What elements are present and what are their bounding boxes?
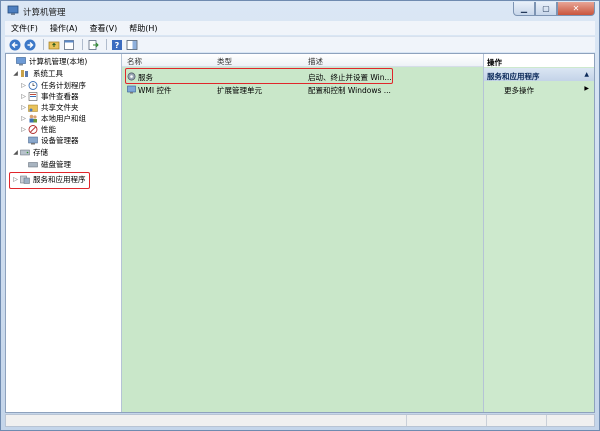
properties-icon bbox=[64, 39, 74, 50]
window-title: 计算机管理 bbox=[23, 8, 66, 18]
tree-item-label: 存储 bbox=[33, 148, 48, 157]
tree-item-label: 共享文件夹 bbox=[41, 103, 79, 112]
properties-button[interactable] bbox=[63, 39, 75, 51]
computer-management-icon bbox=[7, 5, 19, 15]
column-header-row: 名称 类型 描述 bbox=[122, 54, 483, 67]
menu-action[interactable]: 操作(A) bbox=[44, 21, 84, 35]
storage-icon bbox=[20, 149, 30, 156]
highlight-box-list bbox=[125, 68, 393, 84]
help-icon: ? bbox=[112, 39, 122, 50]
menu-view[interactable]: 查看(V) bbox=[84, 21, 124, 35]
status-bar bbox=[5, 414, 595, 427]
more-actions-item[interactable]: 更多操作 bbox=[504, 85, 534, 96]
tree-toggle[interactable]: ▷ bbox=[20, 115, 27, 122]
menu-help[interactable]: 帮助(H) bbox=[123, 21, 163, 35]
disk-icon bbox=[28, 162, 38, 168]
forward-button[interactable] bbox=[24, 39, 36, 51]
menu-bar: 文件(F) 操作(A) 查看(V) 帮助(H) bbox=[5, 21, 595, 35]
list-pane: 名称 类型 描述 服务 启动、终止并设置 Win... WMI 控件 扩展管理单… bbox=[122, 54, 484, 412]
tree-item-computer-management[interactable]: 计算机管理(本地) bbox=[8, 56, 87, 67]
tree-toggle[interactable]: ▷ bbox=[20, 126, 27, 133]
minimize-icon: ▁ bbox=[520, 4, 528, 13]
tree-toggle[interactable]: ◢ bbox=[12, 70, 19, 77]
tree-item-label: 系统工具 bbox=[33, 69, 63, 78]
shared-folder-icon bbox=[28, 104, 38, 112]
actions-pane: 操作 服务和应用程序 ▲ 更多操作 ▶ bbox=[484, 54, 594, 412]
menu-file[interactable]: 文件(F) bbox=[5, 21, 44, 35]
tree-item-event-viewer[interactable]: ▷ 事件查看器 bbox=[20, 91, 79, 102]
tree-item-label: 计算机管理(本地) bbox=[29, 57, 88, 66]
show-hide-pane-button[interactable] bbox=[126, 39, 138, 51]
tree-item-label: 设备管理器 bbox=[41, 136, 79, 145]
wmi-icon bbox=[127, 85, 136, 94]
maximize-button[interactable]: ▢ bbox=[535, 2, 557, 16]
tree-item-device-manager[interactable]: 设备管理器 bbox=[20, 135, 79, 146]
export-icon bbox=[88, 39, 99, 50]
collapse-up-icon[interactable]: ▲ bbox=[584, 71, 589, 78]
export-button[interactable] bbox=[87, 39, 99, 51]
row-name: WMI 控件 bbox=[138, 86, 172, 95]
device-icon bbox=[28, 136, 38, 145]
up-button[interactable] bbox=[48, 39, 60, 51]
column-header-name[interactable]: 名称 bbox=[127, 56, 142, 67]
tree-item-label: 性能 bbox=[41, 125, 56, 134]
tree-toggle[interactable]: ▷ bbox=[20, 104, 27, 111]
toolbar: ? bbox=[5, 36, 595, 52]
back-arrow-icon bbox=[9, 39, 21, 50]
row-type: 扩展管理单元 bbox=[217, 86, 262, 95]
tree-item-label: 事件查看器 bbox=[41, 92, 79, 101]
window-controls: ▁ ▢ ✕ bbox=[513, 2, 595, 17]
forward-arrow-icon bbox=[24, 39, 36, 50]
back-button[interactable] bbox=[9, 39, 21, 51]
tree-item-label: 任务计划程序 bbox=[41, 81, 86, 90]
status-cell bbox=[546, 415, 547, 426]
svg-text:?: ? bbox=[115, 41, 120, 50]
tree-item-performance[interactable]: ▷ 性能 bbox=[20, 124, 56, 135]
highlight-box-tree bbox=[9, 172, 90, 189]
computer-management-window: 计算机管理 ▁ ▢ ✕ 文件(F) 操作(A) 查看(V) 帮助(H) ? 计算… bbox=[0, 0, 600, 431]
tree-item-shared-folders[interactable]: ▷ 共享文件夹 bbox=[20, 102, 79, 113]
status-cell bbox=[486, 415, 487, 426]
tree-toggle[interactable]: ▷ bbox=[20, 93, 27, 100]
actions-section-label: 服务和应用程序 bbox=[487, 72, 540, 81]
toolbar-separator bbox=[43, 39, 44, 50]
column-header-type[interactable]: 类型 bbox=[217, 56, 232, 67]
clock-icon bbox=[28, 81, 38, 90]
computer-icon bbox=[16, 57, 26, 66]
status-cell bbox=[406, 415, 407, 426]
tree-toggle[interactable]: ▷ bbox=[20, 82, 27, 89]
folder-up-icon bbox=[48, 41, 60, 49]
tree-item-disk-management[interactable]: 磁盘管理 bbox=[20, 159, 71, 170]
column-header-description[interactable]: 描述 bbox=[308, 56, 323, 67]
event-icon bbox=[28, 92, 38, 101]
title-bar[interactable]: 计算机管理 ▁ ▢ ✕ bbox=[1, 1, 599, 21]
navigation-tree: 计算机管理(本地) ◢ 系统工具 ▷ 任务计划程序 ▷ 事件查看器 ▷ 共享文件… bbox=[6, 54, 122, 412]
main-content: 计算机管理(本地) ◢ 系统工具 ▷ 任务计划程序 ▷ 事件查看器 ▷ 共享文件… bbox=[5, 53, 595, 413]
minimize-button[interactable]: ▁ bbox=[513, 2, 535, 16]
toolbar-separator bbox=[82, 39, 83, 50]
tree-item-system-tools[interactable]: ◢ 系统工具 bbox=[12, 68, 63, 79]
maximize-icon: ▢ bbox=[542, 4, 550, 13]
tools-icon bbox=[21, 70, 28, 77]
performance-icon bbox=[28, 125, 38, 134]
tree-item-label: 本地用户和组 bbox=[41, 114, 86, 123]
close-icon: ✕ bbox=[572, 4, 580, 13]
row-description: 配置和控制 Windows ... bbox=[308, 86, 391, 95]
tree-item-local-users-groups[interactable]: ▷ 本地用户和组 bbox=[20, 113, 86, 124]
users-icon bbox=[29, 114, 37, 123]
tree-item-storage[interactable]: ◢ 存储 bbox=[12, 147, 48, 158]
actions-section-header[interactable]: 服务和应用程序 ▲ bbox=[484, 68, 594, 81]
help-button[interactable]: ? bbox=[111, 39, 123, 51]
tree-toggle[interactable]: ◢ bbox=[12, 149, 19, 156]
tree-item-label: 磁盘管理 bbox=[41, 160, 71, 169]
submenu-arrow-icon[interactable]: ▶ bbox=[584, 85, 589, 92]
tree-item-task-scheduler[interactable]: ▷ 任务计划程序 bbox=[20, 80, 86, 91]
toolbar-separator bbox=[106, 39, 107, 50]
actions-header: 操作 bbox=[484, 54, 594, 67]
list-row-wmi-control[interactable]: WMI 控件 扩展管理单元 配置和控制 Windows ... bbox=[122, 83, 483, 95]
show-hide-pane-icon bbox=[126, 39, 138, 50]
close-button[interactable]: ✕ bbox=[557, 2, 595, 16]
